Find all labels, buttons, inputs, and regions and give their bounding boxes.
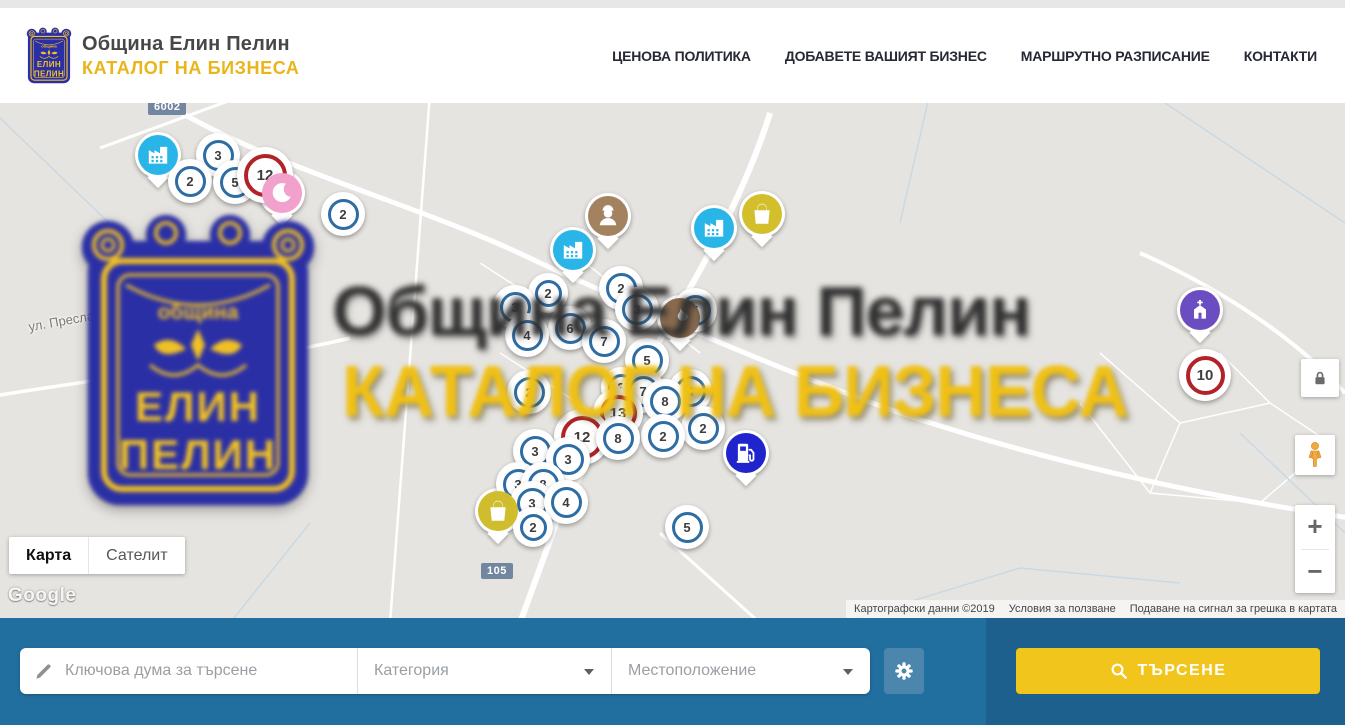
nav-add-your-business[interactable]: ДОБАВЕТЕ ВАШИЯТ БИЗНЕС: [785, 48, 987, 64]
map-marker-pin[interactable]: [691, 205, 737, 251]
advanced-settings-button[interactable]: [884, 648, 924, 694]
factory-icon: [138, 135, 178, 175]
cluster-count: 10: [1186, 356, 1225, 395]
municipality-crest-logo: [26, 27, 72, 85]
pegman-icon: [1303, 441, 1327, 469]
main-nav: ЦЕНОВА ПОЛИТИКА ДОБАВЕТЕ ВАШИЯТ БИЗНЕС М…: [612, 48, 1319, 64]
church-icon: [1180, 290, 1220, 330]
map-marker-cluster[interactable]: 2: [641, 414, 685, 458]
factory-icon: [553, 230, 593, 270]
map-marker-cluster[interactable]: 8: [596, 416, 640, 460]
keyword-search-input[interactable]: [65, 662, 343, 680]
site-subtitle: КАТАЛОГ НА БИЗНЕСА: [82, 58, 300, 79]
flame-icon: [660, 298, 700, 338]
attribution-terms-link[interactable]: Условия за ползване: [1009, 603, 1116, 615]
cluster-count: 2: [535, 280, 562, 307]
search-icon: [1110, 662, 1128, 680]
cluster-count: 8: [603, 423, 634, 454]
zoom-in-button[interactable]: +: [1295, 505, 1335, 549]
zoom-out-button[interactable]: −: [1295, 550, 1335, 594]
keyword-section: [20, 648, 358, 694]
location-dropdown-label: Местоположение: [628, 662, 756, 680]
gear-icon: [893, 660, 915, 682]
category-dropdown-label: Категория: [374, 662, 449, 680]
map-marker-layer: 3251222233564752274813221283338342510: [0, 103, 1345, 618]
lock-icon: [1310, 368, 1330, 388]
location-dropdown[interactable]: Местоположение: [612, 648, 870, 694]
google-logo[interactable]: Google: [8, 585, 76, 607]
cluster-count: 4: [512, 320, 543, 351]
map-type-control: Карта Сателит: [9, 537, 185, 574]
map-marker-cluster[interactable]: 7: [582, 319, 626, 363]
search-button-label: ТЪРСЕНЕ: [1138, 662, 1227, 680]
map-marker-cluster[interactable]: 3: [615, 287, 659, 331]
map-marker-pin[interactable]: [723, 430, 769, 476]
map-marker-cluster[interactable]: 2: [321, 192, 365, 236]
cluster-count: 4: [551, 487, 582, 518]
cluster-count: 6: [555, 313, 586, 344]
map-marker-cluster[interactable]: 10: [1179, 349, 1231, 401]
cluster-count: 5: [672, 512, 703, 543]
nav-pricing-policy[interactable]: ЦЕНОВА ПОЛИТИКА: [612, 48, 751, 64]
cluster-count: 8: [650, 386, 681, 417]
map-marker-pin[interactable]: [1177, 287, 1223, 333]
window-top-strip: [0, 0, 1345, 8]
search-field-group: Категория Местоположение: [20, 648, 870, 694]
map-marker-pin[interactable]: [739, 191, 785, 237]
map-marker-cluster[interactable]: 2: [681, 406, 725, 450]
map-marker-cluster[interactable]: 2: [513, 507, 553, 547]
fuel-icon: [726, 433, 766, 473]
pegman-button[interactable]: [1295, 435, 1335, 475]
cluster-count: 2: [648, 421, 679, 452]
cluster-count: 2: [514, 377, 545, 408]
map-marker-pin[interactable]: [585, 193, 631, 239]
search-bar: Категория Местоположение ТЪРСЕНЕ: [0, 618, 1345, 725]
cluster-count: 7: [589, 326, 620, 357]
cluster-count: 3: [622, 294, 653, 325]
cluster-count: 2: [175, 166, 206, 197]
search-button[interactable]: ТЪРСЕНЕ: [1016, 648, 1320, 694]
attribution-report-link[interactable]: Подаване на сигнал за грешка в картата: [1130, 603, 1337, 615]
zoom-control: + −: [1295, 505, 1335, 593]
map-marker-cluster[interactable]: 5: [665, 505, 709, 549]
map-attribution: Картографски данни ©2019 Условия за полз…: [846, 600, 1345, 618]
lock-button[interactable]: [1301, 359, 1339, 397]
site-header: Община Елин Пелин КАТАЛОГ НА БИЗНЕСА ЦЕН…: [0, 8, 1345, 103]
category-dropdown[interactable]: Категория: [358, 648, 612, 694]
cluster-count: 2: [520, 514, 547, 541]
moon-icon: [262, 173, 302, 213]
map-marker-cluster[interactable]: 4: [505, 313, 549, 357]
chevron-down-icon: [843, 669, 853, 675]
nav-route-schedule[interactable]: МАРШРУТНО РАЗПИСАНИЕ: [1021, 48, 1210, 64]
google-map[interactable]: 6002 105 ул. Преслав бул. „Новосел 32512…: [0, 103, 1345, 618]
nav-contacts[interactable]: КОНТАКТИ: [1244, 48, 1317, 64]
chevron-down-icon: [584, 669, 594, 675]
map-type-map-button[interactable]: Карта: [9, 537, 88, 574]
cluster-count: 2: [688, 413, 719, 444]
map-marker-pin[interactable]: [550, 227, 596, 273]
attribution-data: Картографски данни ©2019: [854, 603, 995, 615]
map-marker-cluster[interactable]: 2: [507, 370, 551, 414]
pencil-icon: [34, 662, 53, 681]
shopping-bag-icon: [478, 491, 518, 531]
map-type-satellite-button[interactable]: Сателит: [88, 537, 184, 574]
shopping-bag-icon: [742, 194, 782, 234]
site-title: Община Елин Пелин: [82, 33, 300, 56]
factory-icon: [694, 208, 734, 248]
site-logo[interactable]: Община Елин Пелин КАТАЛОГ НА БИЗНЕСА: [26, 27, 300, 85]
worker-icon: [588, 196, 628, 236]
cluster-count: 2: [328, 199, 359, 230]
